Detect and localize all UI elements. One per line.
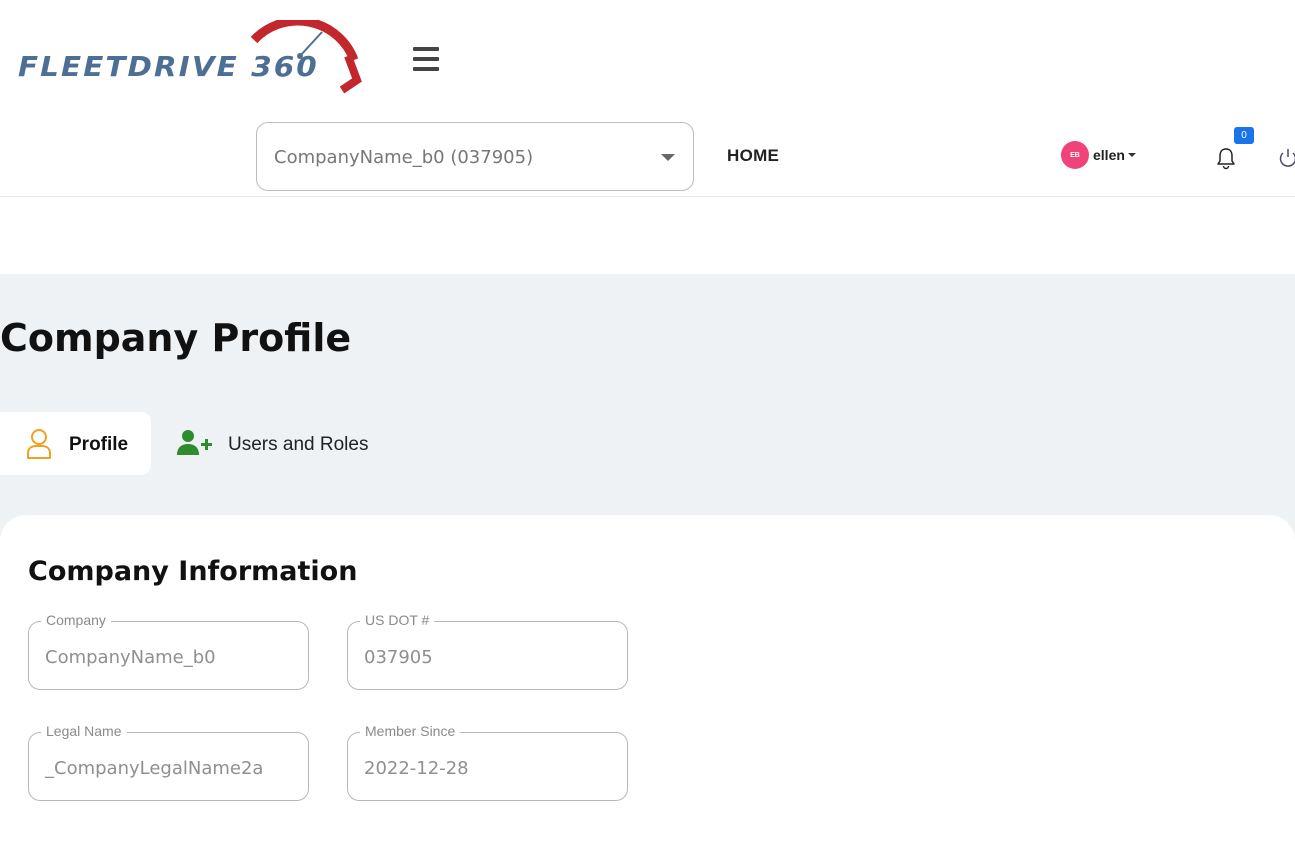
top-nav: CompanyName_b0 (037905) HOME EB ellen 0 [0, 120, 1295, 197]
field-label: Legal Name [41, 723, 127, 739]
company-selector[interactable]: CompanyName_b0 (037905) [256, 122, 694, 191]
user-menu[interactable]: EB ellen [1061, 141, 1136, 169]
caret-down-icon [1127, 153, 1136, 157]
user-icon [27, 429, 51, 459]
tab-users-and-roles[interactable]: Users and Roles [176, 412, 396, 475]
user-name: ellen [1093, 147, 1125, 163]
us-dot-field[interactable]: US DOT # 037905 [347, 612, 628, 690]
logo-wordmark: FLEETDRIVE 360 [18, 50, 319, 83]
field-value: CompanyName_b0 [45, 647, 216, 668]
company-field[interactable]: Company CompanyName_b0 [28, 612, 309, 690]
card-title: Company Information [28, 556, 358, 587]
field-value: _CompanyLegalName2a [45, 758, 264, 779]
notification-badge: 0 [1234, 127, 1254, 144]
field-label: Member Since [360, 723, 461, 739]
field-value: 037905 [364, 647, 433, 668]
main-content: Company Profile Profile Users and Roles … [0, 274, 1295, 845]
user-add-icon [177, 430, 212, 455]
menu-toggle-icon[interactable] [413, 47, 439, 71]
tab-profile-label: Profile [69, 434, 129, 455]
fleetdrive-logo[interactable]: FLEETDRIVE 360 [14, 20, 364, 94]
company-selector-value: CompanyName_b0 (037905) [274, 147, 534, 168]
field-value: 2022-12-28 [364, 758, 469, 779]
legal-name-field[interactable]: Legal Name _CompanyLegalName2a [28, 723, 309, 801]
tab-users-and-roles-label: Users and Roles [228, 434, 369, 455]
field-label: US DOT # [360, 612, 435, 628]
page-title: Company Profile [0, 316, 352, 360]
power-icon[interactable] [1278, 147, 1295, 169]
chevron-down-icon [661, 154, 675, 161]
home-link[interactable]: HOME [727, 146, 779, 166]
field-label: Company [41, 612, 111, 628]
tab-profile[interactable]: Profile [0, 412, 151, 475]
logo-bar: FLEETDRIVE 360 [0, 0, 1295, 120]
avatar: EB [1061, 141, 1089, 169]
company-information-card: Company Information Company CompanyName_… [0, 515, 1295, 845]
member-since-field[interactable]: Member Since 2022-12-28 [347, 723, 628, 801]
bell-icon[interactable] [1215, 146, 1237, 170]
